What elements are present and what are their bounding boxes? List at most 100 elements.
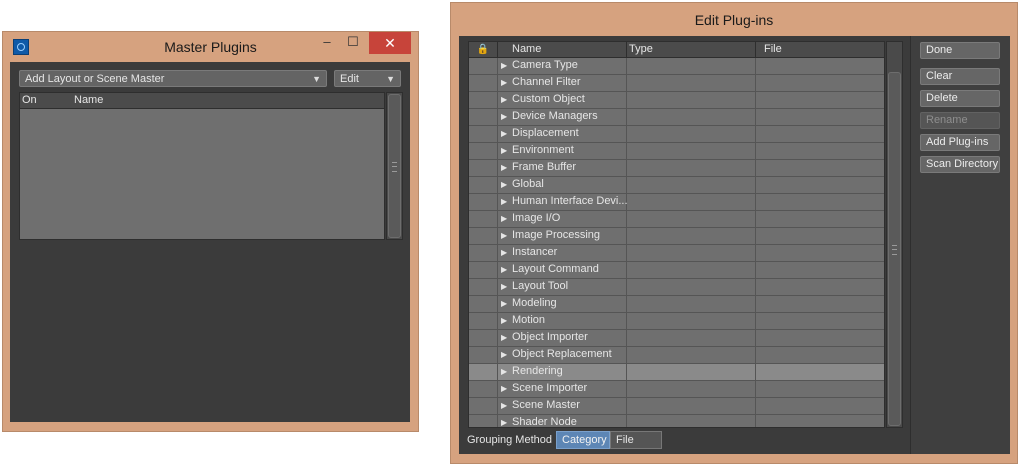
- category-name: Image I/O: [512, 212, 561, 224]
- add-master-dropdown-label: Add Layout or Scene Master: [25, 73, 165, 85]
- column-name[interactable]: Name: [74, 93, 103, 108]
- edit-plugins-window: Edit Plug-ins 🔒 Name Type File ▶ Camera T…: [450, 2, 1018, 464]
- scrollbar-thumb[interactable]: [388, 94, 401, 238]
- table-row[interactable]: ▶ Image Processing: [469, 228, 884, 245]
- category-name: Layout Tool: [512, 280, 569, 292]
- table-row[interactable]: ▶ Object Importer: [469, 330, 884, 347]
- edit-plugins-panel: 🔒 Name Type File ▶ Camera Type ▶ Channel Fi…: [459, 36, 1010, 454]
- expand-triangle-icon[interactable]: ▶: [501, 75, 507, 90]
- expand-triangle-icon[interactable]: ▶: [501, 415, 507, 427]
- category-name: Shader Node: [512, 416, 577, 428]
- table-row[interactable]: ▶ Displacement: [469, 126, 884, 143]
- expand-triangle-icon[interactable]: ▶: [501, 313, 507, 328]
- category-name: Device Managers: [512, 110, 598, 122]
- column-name[interactable]: Name: [497, 42, 626, 57]
- expand-triangle-icon[interactable]: ▶: [501, 109, 507, 124]
- table-row[interactable]: ▶ Device Managers: [469, 109, 884, 126]
- expand-triangle-icon[interactable]: ▶: [501, 228, 507, 243]
- grouping-category-button[interactable]: Category: [556, 431, 610, 449]
- expand-triangle-icon[interactable]: ▶: [501, 160, 507, 175]
- category-name: Object Importer: [512, 331, 588, 343]
- table-row[interactable]: ▶ Shader Node: [469, 415, 884, 428]
- plugins-table-scrollbar[interactable]: [886, 41, 903, 428]
- grouping-method-label: Grouping Method: [467, 434, 552, 446]
- table-row[interactable]: ▶ Modeling: [469, 296, 884, 313]
- table-row[interactable]: ▶ Scene Master: [469, 398, 884, 415]
- scan-directory-button[interactable]: Scan Directory: [920, 156, 1000, 173]
- expand-triangle-icon[interactable]: ▶: [501, 211, 507, 226]
- edit-plugins-titlebar[interactable]: Edit Plug-ins: [451, 3, 1017, 33]
- maximize-button[interactable]: ☐: [341, 32, 365, 54]
- master-plugins-panel: Add Layout or Scene Master ▼ Edit ▼ On N…: [10, 62, 410, 422]
- table-row[interactable]: ▶ Layout Tool: [469, 279, 884, 296]
- add-plugins-button[interactable]: Add Plug-ins: [920, 134, 1000, 151]
- table-row[interactable]: ▶ Motion: [469, 313, 884, 330]
- chevron-down-icon: ▼: [312, 74, 321, 84]
- expand-triangle-icon[interactable]: ▶: [501, 296, 507, 311]
- table-row[interactable]: ▶ Layout Command: [469, 262, 884, 279]
- category-name: Modeling: [512, 297, 557, 309]
- table-row[interactable]: ▶ Global: [469, 177, 884, 194]
- expand-triangle-icon[interactable]: ▶: [501, 398, 507, 413]
- column-on[interactable]: On: [22, 93, 37, 108]
- add-master-dropdown[interactable]: Add Layout or Scene Master ▼: [19, 70, 327, 87]
- plugins-table: 🔒 Name Type File ▶ Camera Type ▶ Channel Fi…: [468, 41, 885, 428]
- list-header: On Name: [20, 93, 384, 109]
- category-name: Frame Buffer: [512, 161, 576, 173]
- table-row[interactable]: ▶ Camera Type: [469, 58, 884, 75]
- expand-triangle-icon[interactable]: ▶: [501, 245, 507, 260]
- expand-triangle-icon[interactable]: ▶: [501, 279, 507, 294]
- grip-icon: [892, 245, 897, 255]
- grouping-file-button[interactable]: File: [610, 431, 662, 449]
- clear-button[interactable]: Clear: [920, 68, 1000, 85]
- expand-triangle-icon[interactable]: ▶: [501, 347, 507, 362]
- master-list-scrollbar[interactable]: [386, 92, 403, 240]
- edit-dropdown-label: Edit: [340, 73, 359, 85]
- table-row[interactable]: ▶ Frame Buffer: [469, 160, 884, 177]
- expand-triangle-icon[interactable]: ▶: [501, 262, 507, 277]
- expand-triangle-icon[interactable]: ▶: [501, 143, 507, 158]
- category-name: Custom Object: [512, 93, 585, 105]
- expand-triangle-icon[interactable]: ▶: [501, 58, 507, 73]
- table-row[interactable]: ▶ Human Interface Devi...: [469, 194, 884, 211]
- close-button[interactable]: ✕: [369, 32, 411, 54]
- window-title: Edit Plug-ins: [694, 12, 774, 28]
- category-name: Environment: [512, 144, 574, 156]
- scrollbar-thumb[interactable]: [888, 72, 901, 426]
- table-header: 🔒 Name Type File: [469, 42, 884, 58]
- table-row[interactable]: ▶ Instancer: [469, 245, 884, 262]
- table-row[interactable]: ▶ Scene Importer: [469, 381, 884, 398]
- expand-triangle-icon[interactable]: ▶: [501, 330, 507, 345]
- table-row[interactable]: ▶ Channel Filter: [469, 75, 884, 92]
- lock-icon[interactable]: 🔒: [469, 42, 497, 57]
- column-file[interactable]: File: [755, 42, 884, 57]
- done-button[interactable]: Done: [920, 42, 1000, 59]
- expand-triangle-icon[interactable]: ▶: [501, 381, 507, 396]
- category-name: Camera Type: [512, 59, 578, 71]
- expand-triangle-icon[interactable]: ▶: [501, 92, 507, 107]
- edit-dropdown[interactable]: Edit ▼: [334, 70, 401, 87]
- minimize-button[interactable]: –: [315, 32, 339, 54]
- table-row[interactable]: ▶ Object Replacement: [469, 347, 884, 364]
- master-plugins-list[interactable]: On Name: [19, 92, 385, 240]
- table-row[interactable]: ▶ Environment: [469, 143, 884, 160]
- category-name: Object Replacement: [512, 348, 612, 360]
- action-panel: Done Clear Delete Rename Add Plug-ins Sc…: [910, 36, 1010, 454]
- expand-triangle-icon[interactable]: ▶: [501, 364, 507, 379]
- category-name: Image Processing: [512, 229, 601, 241]
- rename-button[interactable]: Rename: [920, 112, 1000, 129]
- delete-button[interactable]: Delete: [920, 90, 1000, 107]
- expand-triangle-icon[interactable]: ▶: [501, 177, 507, 192]
- master-plugins-window: Master Plugins – ☐ ✕ Add Layout or Scene…: [2, 31, 419, 432]
- table-row[interactable]: ▶ Image I/O: [469, 211, 884, 228]
- chevron-down-icon: ▼: [386, 74, 395, 84]
- category-name: Rendering: [512, 365, 563, 377]
- category-name: Scene Master: [512, 399, 580, 411]
- table-row[interactable]: ▶ Rendering: [469, 364, 884, 381]
- expand-triangle-icon[interactable]: ▶: [501, 194, 507, 209]
- column-type[interactable]: Type: [626, 42, 755, 57]
- expand-triangle-icon[interactable]: ▶: [501, 126, 507, 141]
- category-name: Layout Command: [512, 263, 599, 275]
- table-row[interactable]: ▶ Custom Object: [469, 92, 884, 109]
- category-name: Human Interface Devi...: [512, 195, 628, 207]
